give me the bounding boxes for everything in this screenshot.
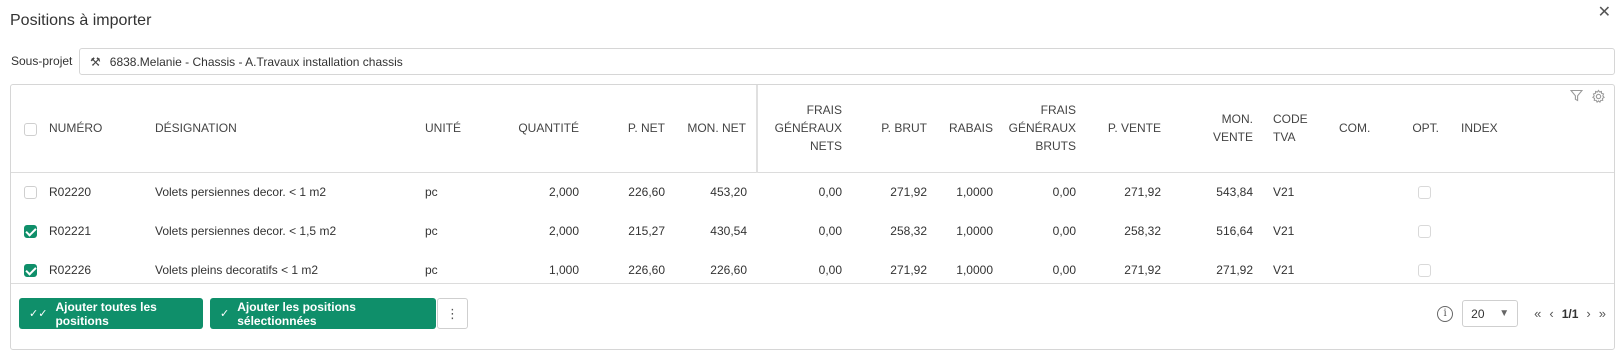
col-header-opt[interactable]: OPT. [1389, 85, 1451, 173]
first-page-icon[interactable]: « [1534, 306, 1541, 321]
cell-p-vente: 271,92 [1124, 184, 1161, 199]
col-header-designation[interactable]: DÉSIGNATION [155, 85, 425, 173]
col-header-mon-vente-line2: VENTE [1212, 130, 1253, 145]
cell-opt [1389, 172, 1451, 211]
last-page-icon[interactable]: » [1599, 306, 1606, 321]
col-header-code-tva-line2: TVA [1273, 130, 1296, 145]
subproject-label: Sous-projet [11, 54, 73, 68]
col-header-quantite[interactable]: QUANTITÉ [490, 85, 579, 173]
import-positions-dialog: Positions à importer ✕ Sous-projet ⚒ 683… [0, 0, 1623, 359]
col-header-code-tva[interactable]: CODE TVA [1253, 85, 1321, 173]
col-header-frais-bruts-line1: FRAIS [1040, 103, 1076, 118]
table-footer: ✓✓ Ajouter toutes les positions ✓ Ajoute… [11, 283, 1614, 349]
cell-index [1451, 211, 1614, 250]
dialog-title: Positions à importer [10, 12, 152, 29]
subproject-value: 6838.Melanie - Chassis - A.Travaux insta… [109, 54, 403, 69]
add-selected-positions-button[interactable]: ✓ Ajouter les positions sélectionnées [210, 298, 436, 329]
cell-quantite: 2,000 [548, 223, 579, 238]
cell-quantite: 2,000 [548, 184, 579, 199]
col-header-frais-bruts-line2: GÉNÉRAUX [1008, 121, 1076, 136]
cell-mon-vente: 516,64 [1216, 223, 1253, 238]
page-info: 1/1 [1561, 306, 1579, 321]
cell-index [1451, 172, 1614, 211]
opt-checkbox[interactable] [1418, 224, 1431, 238]
table-header-row: NUMÉRO DÉSIGNATION UNITÉ QUANTITÉ P. NET… [11, 85, 1614, 173]
page-size-value: 20 [1471, 306, 1485, 321]
col-header-frais-bruts[interactable]: FRAIS GÉNÉRAUX BRUTS [993, 85, 1076, 173]
cell-mon-net: 430,54 [710, 223, 747, 238]
col-header-mon-net[interactable]: MON. NET [665, 85, 758, 173]
select-all-checkbox[interactable] [23, 122, 37, 136]
cell-com [1321, 211, 1389, 250]
select-all-cell [11, 85, 49, 173]
cell-unite: pc [425, 184, 438, 199]
table-row[interactable]: R02220 Volets persiennes decor. < 1 m2 p… [11, 172, 1614, 211]
row-checkbox[interactable] [23, 263, 37, 277]
more-vertical-icon[interactable]: ⋮ [437, 298, 468, 329]
page-size-select[interactable]: 20 ▼ [1462, 300, 1519, 327]
cell-p-brut: 271,92 [890, 184, 927, 199]
tools-icon: ⚒ [90, 54, 101, 69]
cell-mon-net: 453,20 [710, 184, 747, 199]
col-header-unite[interactable]: UNITÉ [425, 85, 490, 173]
cell-p-vente: 258,32 [1124, 223, 1161, 238]
col-header-rabais[interactable]: RABAIS [927, 85, 993, 173]
row-checkbox[interactable] [23, 185, 37, 199]
col-header-mon-vente-line1: MON. [1221, 112, 1253, 127]
col-header-frais-nets-line1: FRAIS [806, 103, 842, 118]
row-select-cell [11, 172, 49, 211]
cell-code-tva: V21 [1273, 184, 1295, 199]
cell-numero: R02221 [49, 223, 92, 238]
cell-frais-nets: 0,00 [818, 184, 842, 199]
cell-rabais: 1,0000 [956, 223, 993, 238]
info-icon[interactable]: i [1437, 305, 1454, 322]
add-all-positions-button[interactable]: ✓✓ Ajouter toutes les positions [19, 298, 203, 329]
prev-page-icon[interactable]: ‹ [1549, 306, 1553, 321]
cell-p-net: 215,27 [628, 223, 665, 238]
col-header-index[interactable]: INDEX [1451, 85, 1614, 173]
subproject-field[interactable]: ⚒ 6838.Melanie - Chassis - A.Travaux ins… [79, 48, 1615, 75]
next-page-icon[interactable]: › [1586, 306, 1590, 321]
cell-p-net: 226,60 [628, 184, 665, 199]
chevron-down-icon: ▼ [1499, 308, 1510, 319]
col-header-p-net[interactable]: P. NET [579, 85, 665, 173]
cell-com [1321, 172, 1389, 211]
col-header-com[interactable]: COM. [1321, 85, 1389, 173]
col-header-p-brut[interactable]: P. BRUT [842, 85, 927, 173]
cell-frais-nets: 0,00 [818, 223, 842, 238]
cell-designation: Volets persiennes decor. < 1,5 m2 [155, 223, 337, 238]
cell-designation: Volets persiennes decor. < 1 m2 [155, 184, 327, 199]
cell-p-brut: 258,32 [890, 223, 927, 238]
cell-frais-bruts: 0,00 [1052, 223, 1076, 238]
row-select-cell [11, 211, 49, 250]
add-selected-positions-label: Ajouter les positions sélectionnées [237, 299, 356, 328]
positions-table-panel: NUMÉRO DÉSIGNATION UNITÉ QUANTITÉ P. NET… [10, 84, 1615, 350]
cell-opt [1389, 211, 1451, 250]
add-all-positions-label: Ajouter toutes les positions [55, 299, 157, 328]
col-header-code-tva-line1: CODE [1273, 112, 1308, 127]
col-header-frais-bruts-line3: BRUTS [1035, 139, 1076, 154]
col-header-mon-vente[interactable]: MON. VENTE [1161, 85, 1253, 173]
cell-mon-vente: 543,84 [1216, 184, 1253, 199]
check-icon: ✓ [220, 308, 230, 320]
cell-unite: pc [425, 223, 438, 238]
col-header-frais-nets-line3: NETS [809, 139, 842, 154]
double-check-icon: ✓✓ [29, 308, 48, 320]
col-header-frais-nets[interactable]: FRAIS GÉNÉRAUX NETS [757, 85, 842, 173]
close-icon[interactable]: ✕ [1598, 5, 1611, 21]
table-row[interactable]: R02221 Volets persiennes decor. < 1,5 m2… [11, 211, 1614, 250]
pagination: i 20 ▼ « ‹ 1/1 › » [1437, 298, 1614, 329]
row-checkbox[interactable] [23, 224, 37, 238]
cell-code-tva: V21 [1273, 223, 1295, 238]
cell-numero: R02220 [49, 184, 92, 199]
cell-rabais: 1,0000 [956, 184, 993, 199]
opt-checkbox[interactable] [1418, 185, 1431, 199]
opt-checkbox[interactable] [1418, 263, 1431, 277]
col-header-numero[interactable]: NUMÉRO [49, 85, 155, 173]
positions-table: NUMÉRO DÉSIGNATION UNITÉ QUANTITÉ P. NET… [11, 85, 1614, 289]
col-header-p-vente[interactable]: P. VENTE [1076, 85, 1161, 173]
cell-frais-bruts: 0,00 [1052, 184, 1076, 199]
col-header-frais-nets-line2: GÉNÉRAUX [774, 121, 842, 136]
